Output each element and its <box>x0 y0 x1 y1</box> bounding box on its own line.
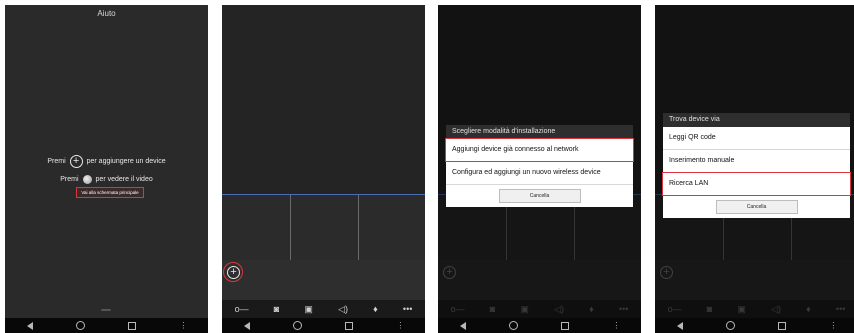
highlight-box <box>223 262 243 282</box>
find-device-dialog: Trova device via Leggi QR code Inserimen… <box>662 113 851 218</box>
phone-find-device: + o— ◙ ▣ ◁) ♦ ••• Trova device via Leggi… <box>655 5 854 333</box>
option-label: Configura ed aggiungi un nuovo wireless … <box>452 169 601 176</box>
home-icon[interactable] <box>508 321 518 330</box>
menu-icon[interactable]: ⋮ <box>396 318 404 333</box>
home-icon[interactable] <box>75 321 85 330</box>
grid-divider <box>358 195 359 260</box>
option-new-wireless-device[interactable]: Configura ed aggiungi un nuovo wireless … <box>446 162 633 185</box>
highlight-box <box>445 138 634 162</box>
option-label: Inserimento manuale <box>669 157 735 164</box>
menu-icon[interactable]: ⋮ <box>829 318 837 333</box>
recents-icon[interactable] <box>778 321 787 330</box>
back-icon[interactable] <box>243 321 250 330</box>
camera-grid <box>222 195 425 260</box>
nav-bar: ⋮ <box>655 318 854 333</box>
back-icon[interactable] <box>676 321 683 330</box>
speaker-icon[interactable]: ◁) <box>338 304 348 315</box>
menu-icon[interactable]: ⋮ <box>179 318 187 333</box>
install-mode-dialog: Scegliere modalità d'installazione Aggiu… <box>445 125 634 207</box>
menu-icon[interactable]: ⋮ <box>612 318 620 333</box>
help-line-prefix: Premi <box>60 176 79 183</box>
highlight-box <box>76 187 144 198</box>
camera-icon[interactable]: ◙ <box>274 304 279 314</box>
screen-title: Aiuto <box>97 9 116 18</box>
option-qr-code[interactable]: Leggi QR code <box>663 127 850 150</box>
option-existing-device[interactable]: Aggiungi device già connesso al network <box>445 138 634 162</box>
help-line-view-video: Premi per vedere il video <box>5 175 208 184</box>
microphone-icon[interactable]: ♦ <box>373 304 378 314</box>
option-label: Leggi QR code <box>669 134 716 141</box>
cancel-button[interactable]: Cancella <box>498 189 581 203</box>
cancel-button[interactable]: Cancella <box>715 200 798 214</box>
nav-bar: ⋮ <box>222 318 425 333</box>
back-icon[interactable] <box>459 321 466 330</box>
nav-bar: ⋮ <box>5 318 208 333</box>
video-record-icon[interactable]: ▣ <box>304 304 313 315</box>
nav-bar: ⋮ <box>438 318 641 333</box>
more-icon[interactable]: ••• <box>403 304 412 314</box>
key-icon[interactable]: o— <box>235 304 249 314</box>
phone-help-screen: Aiuto Premi + per aggiungere un device P… <box>5 5 208 333</box>
page-indicator <box>101 309 111 311</box>
dialog-title: Scegliere modalità d'installazione <box>446 125 633 139</box>
help-line-suffix: per vedere il video <box>95 176 153 183</box>
home-icon[interactable] <box>725 321 735 330</box>
option-manual-entry[interactable]: Inserimento manuale <box>663 150 850 173</box>
dialog-title: Trova device via <box>663 113 850 127</box>
highlight-box <box>662 172 851 196</box>
toolbar: o— ◙ ▣ ◁) ♦ ••• <box>222 300 425 318</box>
phone-install-mode: + o— ◙ ▣ ◁) ♦ ••• Scegliere modalità d'i… <box>438 5 641 333</box>
home-icon[interactable] <box>292 321 302 330</box>
phone-main-view: + o— ◙ ▣ ◁) ♦ ••• ⋮ <box>222 5 425 333</box>
help-line-prefix: Premi <box>47 158 66 165</box>
video-area[interactable] <box>222 5 425 194</box>
recents-icon[interactable] <box>561 321 570 330</box>
add-device-bar: + <box>222 260 425 300</box>
recents-icon[interactable] <box>128 321 137 330</box>
add-device-icon: + <box>69 155 83 168</box>
help-line-add-device: Premi + per aggiungere un device <box>5 155 208 168</box>
back-icon[interactable] <box>26 321 33 330</box>
grid-divider <box>290 195 291 260</box>
view-video-icon <box>82 175 92 184</box>
option-lan-search[interactable]: Ricerca LAN <box>662 172 851 196</box>
recents-icon[interactable] <box>345 321 354 330</box>
help-line-suffix: per aggiungere un device <box>86 158 166 165</box>
